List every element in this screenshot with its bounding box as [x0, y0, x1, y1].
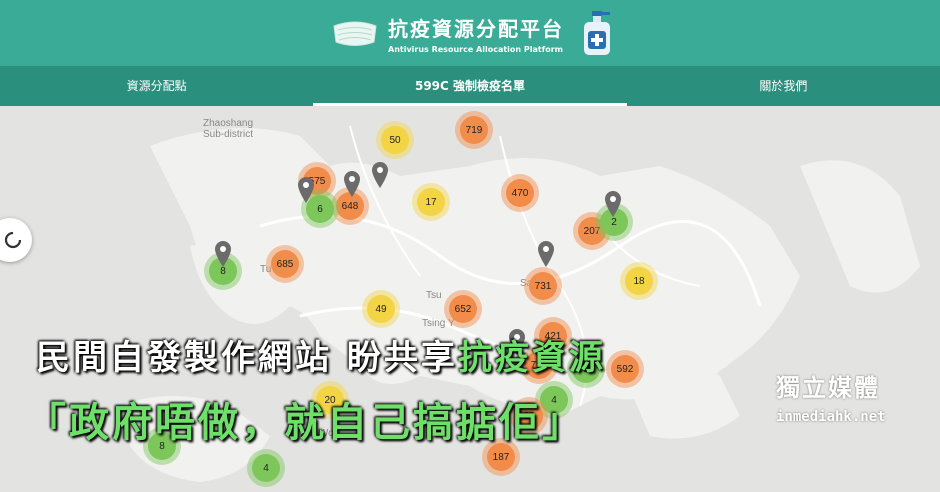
headline-text: 民間自發製作網站 盼共享	[36, 338, 458, 378]
map-cluster[interactable]: 470	[506, 179, 534, 207]
main-nav: 資源分配點 599C 強制檢疫名單 關於我們	[0, 66, 940, 106]
map-label: Sub-district	[203, 129, 254, 140]
location-pin-icon[interactable]	[296, 176, 316, 204]
mask-icon	[333, 21, 377, 46]
location-pin-icon[interactable]	[603, 190, 623, 218]
map-cluster[interactable]: 18	[625, 267, 653, 295]
map-cluster[interactable]: 17	[417, 188, 445, 216]
watermark-logo: 獨立媒體 inmediahk.net	[776, 368, 904, 425]
location-pin-icon[interactable]	[536, 240, 556, 268]
app-header: 抗疫資源分配平台 Antivirus Resource Allocation P…	[0, 0, 940, 66]
app-title: 抗疫資源分配平台	[388, 16, 564, 41]
map-cluster[interactable]: 4	[252, 454, 280, 482]
map-cluster[interactable]: 49	[367, 295, 395, 323]
locate-spinner-icon	[4, 231, 22, 249]
map-label: Tsing Y	[422, 318, 455, 329]
location-pin-icon[interactable]	[370, 161, 390, 189]
map-label: Tu	[260, 264, 272, 275]
location-pin-icon[interactable]	[342, 170, 362, 198]
headline-line-2: 「政府唔做，就自己搞掂佢」	[26, 400, 585, 446]
headline-line-1: 民間自發製作網站 盼共享抗疫資源	[36, 330, 606, 379]
watermark-url: inmediahk.net	[776, 409, 886, 425]
sanitizer-bottle-icon	[584, 11, 610, 55]
location-pin-icon[interactable]	[213, 240, 233, 268]
map-label: Zhaoshang	[203, 118, 254, 129]
nav-item-about[interactable]: 關於我們	[627, 66, 940, 106]
map-cluster[interactable]: 592	[611, 355, 639, 383]
map-cluster[interactable]: 50	[381, 126, 409, 154]
map-label: Tsu	[426, 290, 442, 301]
nav-item-599c-list[interactable]: 599C 強制檢疫名單	[313, 66, 627, 106]
app-subtitle: Antivirus Resource Allocation Platform	[388, 44, 563, 54]
nav-item-resource-points[interactable]: 資源分配點	[0, 66, 313, 106]
brand[interactable]: 抗疫資源分配平台 Antivirus Resource Allocation P…	[330, 6, 616, 60]
headline-highlight: 抗疫資源	[457, 338, 606, 378]
map-cluster[interactable]: 731	[529, 272, 557, 300]
map-cluster[interactable]: 685	[271, 250, 299, 278]
map-cluster[interactable]: 719	[460, 116, 488, 144]
map-cluster[interactable]: 652	[449, 295, 477, 323]
watermark-cn: 獨立媒體	[776, 374, 880, 402]
